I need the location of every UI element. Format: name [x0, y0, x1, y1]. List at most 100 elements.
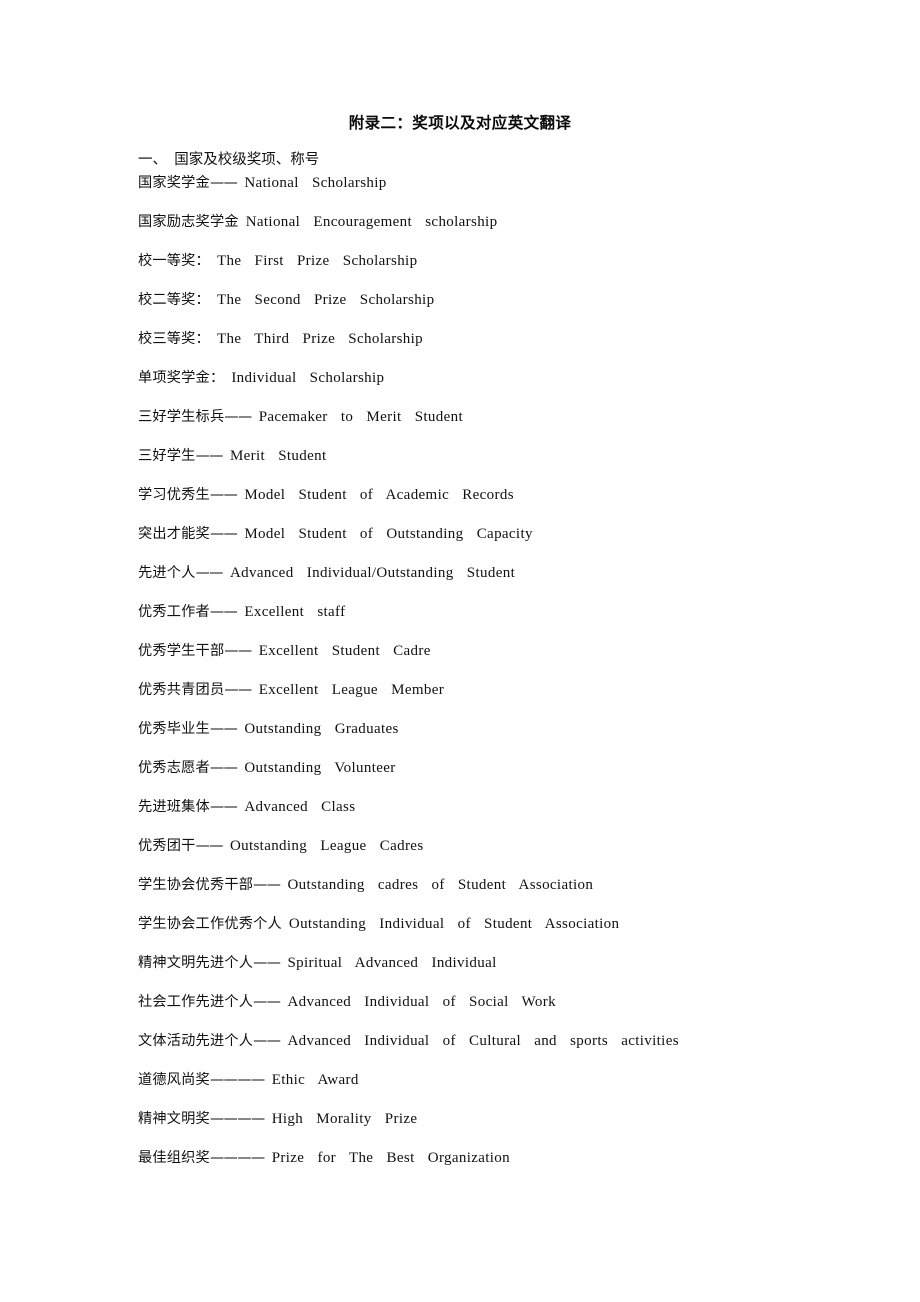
award-entry: 校二等奖： The Second Prize Scholarship — [138, 290, 778, 329]
award-entry: 社会工作先进个人—— Advanced Individual of Social … — [138, 992, 778, 1031]
award-name-en: Individual Scholarship — [231, 370, 385, 386]
separator-dash: —— — [253, 994, 281, 1010]
separator-dash: —— — [209, 799, 238, 815]
award-name-en: Advanced Individual of Social Work — [287, 994, 556, 1010]
award-name-cn: 优秀共青团员 — [138, 682, 225, 698]
award-entry: 优秀共青团员—— Excellent League Member — [138, 680, 778, 719]
award-entry: 精神文明奖———— High Morality Prize — [138, 1109, 778, 1148]
award-entry: 优秀工作者—— Excellent staff — [138, 602, 778, 641]
award-name-en: Pacemaker to Merit Student — [258, 409, 463, 425]
award-entry: 校三等奖： The Third Prize Scholarship — [138, 329, 778, 368]
award-name-cn: 三好学生 — [138, 448, 196, 464]
document-page: 附录二：奖项以及对应英文翻译 一、 国家及校级奖项、称号 国家奖学金—— Nati… — [0, 0, 920, 1302]
separator-dash: —— — [253, 955, 281, 971]
award-name-en: Merit Student — [229, 448, 327, 464]
award-name-en: Model Student of Academic Records — [244, 487, 514, 503]
award-name-cn: 优秀学生干部 — [138, 643, 225, 659]
awards-list: 一、 国家及校级奖项、称号 国家奖学金—— National Scholarshi… — [138, 147, 778, 1187]
award-name-en: Model Student of Outstanding Capacity — [244, 526, 533, 542]
separator-dash: —— — [209, 604, 238, 620]
award-name-cn: 社会工作先进个人 — [138, 994, 254, 1010]
separator-dash: —— — [224, 682, 252, 698]
award-name-en: Advanced Individual/Outstanding Student — [229, 565, 516, 581]
award-entry: 国家奖学金—— National Scholarship — [138, 173, 778, 212]
separator-dash: ———— — [209, 1111, 265, 1127]
award-name-cn: 优秀工作者 — [138, 604, 210, 620]
award-name-cn: 国家励志奖学金 — [138, 214, 239, 230]
award-name-cn: 三好学生标兵 — [138, 409, 225, 425]
award-entry: 国家励志奖学金 National Encouragement scholarshi… — [138, 212, 778, 251]
separator-dash: —— — [209, 487, 238, 503]
award-name-en: Excellent League Member — [258, 682, 445, 698]
separator-dash: ———— — [209, 1150, 265, 1166]
award-entry: 学习优秀生—— Model Student of Academic Records — [138, 485, 778, 524]
separator-dash: —— — [195, 838, 224, 854]
award-name-cn: 精神文明先进个人 — [138, 955, 254, 971]
award-entry: 突出才能奖—— Model Student of Outstanding Capa… — [138, 524, 778, 563]
award-entry: 学生协会工作优秀个人 Outstanding Individual of Stud… — [138, 914, 778, 953]
award-name-en: Spiritual Advanced Individual — [287, 955, 497, 971]
award-name-cn: 道德风尚奖 — [138, 1072, 210, 1088]
award-name-cn: 学生协会工作优秀个人 — [138, 916, 282, 932]
award-name-en: High Morality Prize — [271, 1111, 418, 1127]
separator-dash: —— — [253, 1033, 281, 1049]
award-name-en: The Second Prize Scholarship — [216, 292, 435, 308]
award-name-cn: 学习优秀生 — [138, 487, 210, 503]
page-title: 附录二：奖项以及对应英文翻译 — [348, 115, 572, 132]
award-entry: 精神文明先进个人—— Spiritual Advanced Individual — [138, 953, 778, 992]
award-name-cn: 先进个人 — [138, 565, 196, 581]
award-entry: 单项奖学金： Individual Scholarship — [138, 368, 778, 407]
award-name-en: Outstanding Volunteer — [244, 760, 396, 776]
separator-dash: —— — [209, 526, 238, 542]
award-entry: 优秀团干—— Outstanding League Cadres — [138, 836, 778, 875]
award-entry: 道德风尚奖———— Ethic Award — [138, 1070, 778, 1109]
award-name-en: Excellent Student Cadre — [258, 643, 431, 659]
award-name-en: The Third Prize Scholarship — [216, 331, 423, 347]
separator-dash: —— — [209, 760, 238, 776]
award-entry: 学生协会优秀干部—— Outstanding cadres of Student … — [138, 875, 778, 914]
award-name-en: Outstanding Individual of Student Associ… — [288, 916, 620, 932]
award-name-en: Advanced Individual of Cultural and spor… — [287, 1033, 679, 1049]
award-name-en: Ethic Award — [271, 1072, 359, 1088]
award-entry: 优秀志愿者—— Outstanding Volunteer — [138, 758, 778, 797]
award-name-cn: 优秀志愿者 — [138, 760, 210, 776]
award-name-cn: 学生协会优秀干部 — [138, 877, 254, 893]
award-name-en: National Encouragement scholarship — [245, 214, 498, 230]
award-entry: 先进个人—— Advanced Individual/Outstanding St… — [138, 563, 778, 602]
award-name-cn: 先进班集体 — [138, 799, 210, 815]
section-heading: 一、 国家及校级奖项、称号 — [138, 152, 320, 168]
award-entry: 校一等奖： The First Prize Scholarship — [138, 251, 778, 290]
award-name-cn: 国家奖学金 — [138, 175, 210, 191]
award-name-en: Outstanding cadres of Student Associatio… — [287, 877, 594, 893]
award-entry: 文体活动先进个人—— Advanced Individual of Cultura… — [138, 1031, 778, 1070]
award-name-cn: 文体活动先进个人 — [138, 1033, 254, 1049]
separator-dash: —— — [209, 175, 238, 191]
award-entry-list: 国家奖学金—— National Scholarship 国家励志奖学金 Nation… — [138, 173, 778, 1187]
award-name-en: National Scholarship — [244, 175, 387, 191]
award-name-cn: 优秀团干 — [138, 838, 196, 854]
award-name-cn: 精神文明奖 — [138, 1111, 210, 1127]
award-name-cn: 校一等奖： — [138, 253, 210, 269]
separator-dash: —— — [253, 877, 281, 893]
award-name-en: The First Prize Scholarship — [216, 253, 418, 269]
award-name-en: Outstanding Graduates — [244, 721, 399, 737]
separator-dash: —— — [224, 409, 252, 425]
award-name-cn: 优秀毕业生 — [138, 721, 210, 737]
award-name-cn: 校二等奖： — [138, 292, 210, 308]
separator-dash: —— — [224, 643, 252, 659]
award-name-cn: 最佳组织奖 — [138, 1150, 210, 1166]
award-name-cn: 校三等奖： — [138, 331, 210, 347]
award-entry: 优秀毕业生—— Outstanding Graduates — [138, 719, 778, 758]
award-name-en: Prize for The Best Organization — [271, 1150, 511, 1166]
award-entry: 优秀学生干部—— Excellent Student Cadre — [138, 641, 778, 680]
award-entry: 先进班集体—— Advanced Class — [138, 797, 778, 836]
separator-dash: —— — [195, 565, 224, 581]
separator-dash: ———— — [209, 1072, 265, 1088]
award-name-cn: 突出才能奖 — [138, 526, 210, 542]
award-entry: 最佳组织奖———— Prize for The Best Organization — [138, 1148, 778, 1187]
award-name-en: Advanced Class — [244, 799, 356, 815]
separator-dash: —— — [195, 448, 224, 464]
award-name-en: Outstanding League Cadres — [229, 838, 424, 854]
award-name-cn: 单项奖学金： — [138, 370, 225, 386]
award-name-en: Excellent staff — [244, 604, 346, 620]
